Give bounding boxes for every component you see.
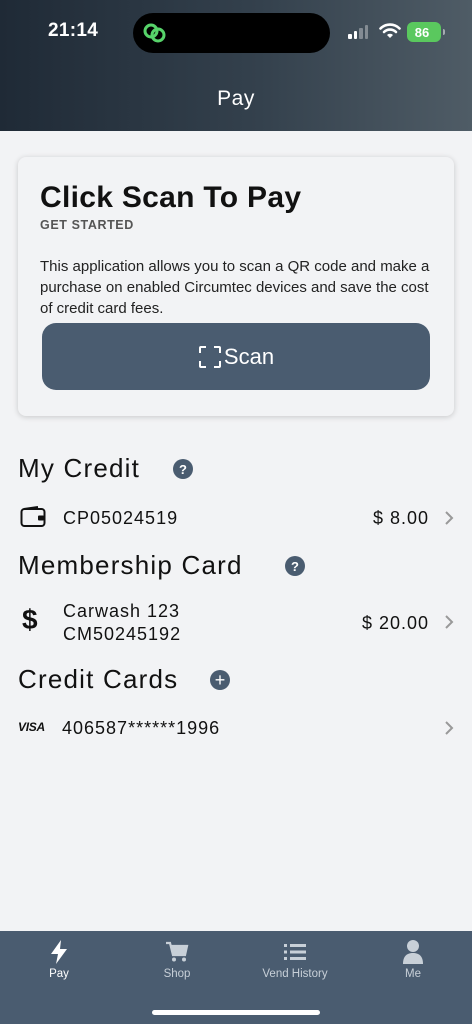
membership-name: Carwash 123 — [63, 601, 181, 621]
home-indicator — [152, 1010, 320, 1015]
credit-card-row[interactable]: VISA 406587******1996 — [0, 711, 472, 745]
scan-card-subtitle: GET STARTED — [40, 218, 134, 232]
tab-me[interactable]: Me — [354, 931, 472, 1001]
dollar-icon: $ — [22, 604, 38, 635]
page-title: Pay — [217, 87, 255, 110]
chevron-right-icon — [445, 511, 454, 525]
cell-signal-icon — [348, 25, 368, 39]
tab-pay[interactable]: Pay — [0, 931, 118, 1001]
scan-card-title: Click Scan To Pay — [40, 181, 302, 214]
chevron-right-icon — [445, 615, 454, 629]
help-icon[interactable]: ? — [173, 459, 193, 479]
credit-cards-title: Credit Cards — [18, 664, 179, 694]
cart-icon — [166, 941, 189, 962]
scan-button[interactable]: Scan — [42, 323, 430, 390]
bolt-icon — [51, 940, 67, 964]
app-header: 21:14 86 Pay — [0, 0, 472, 131]
visa-logo: VISA — [18, 720, 45, 734]
credit-row[interactable]: CP05024519 $ 8.00 — [0, 500, 472, 536]
tab-pay-label: Pay — [49, 968, 69, 980]
my-credit-title: My Credit — [18, 453, 141, 483]
person-icon — [403, 940, 423, 964]
tab-shop[interactable]: Shop — [118, 931, 236, 1001]
link-icon — [143, 23, 166, 43]
membership-row[interactable]: $ Carwash 123 CM50245192 $ 20.00 — [0, 598, 472, 648]
wifi-icon — [379, 23, 401, 38]
scan-card: Click Scan To Pay GET STARTED This appli… — [18, 157, 454, 416]
scan-button-label: Scan — [223, 343, 275, 369]
membership-amount: $ 20.00 — [361, 613, 429, 633]
tab-vend-history[interactable]: Vend History — [236, 931, 354, 1001]
scan-frame-icon — [198, 345, 221, 368]
card-number: 406587******1996 — [62, 718, 221, 738]
tab-vend-history-label: Vend History — [262, 968, 328, 980]
credit-id: CP05024519 — [63, 508, 179, 528]
membership-id: CM50245192 — [63, 624, 182, 644]
help-icon[interactable]: ? — [285, 556, 305, 576]
list-icon — [284, 944, 306, 960]
wallet-icon — [20, 506, 46, 527]
tab-shop-label: Shop — [163, 968, 191, 980]
status-time: 21:14 — [48, 20, 99, 41]
add-card-icon[interactable]: + — [210, 670, 230, 690]
credit-amount: $ 8.00 — [372, 508, 429, 528]
chevron-right-icon — [445, 721, 454, 735]
scan-card-description: This application allows you to scan a QR… — [40, 258, 430, 317]
membership-title: Membership Card — [18, 550, 243, 580]
battery-level: 86 — [414, 24, 430, 40]
battery-indicator: 86 — [407, 22, 445, 42]
tab-me-label: Me — [405, 968, 421, 980]
